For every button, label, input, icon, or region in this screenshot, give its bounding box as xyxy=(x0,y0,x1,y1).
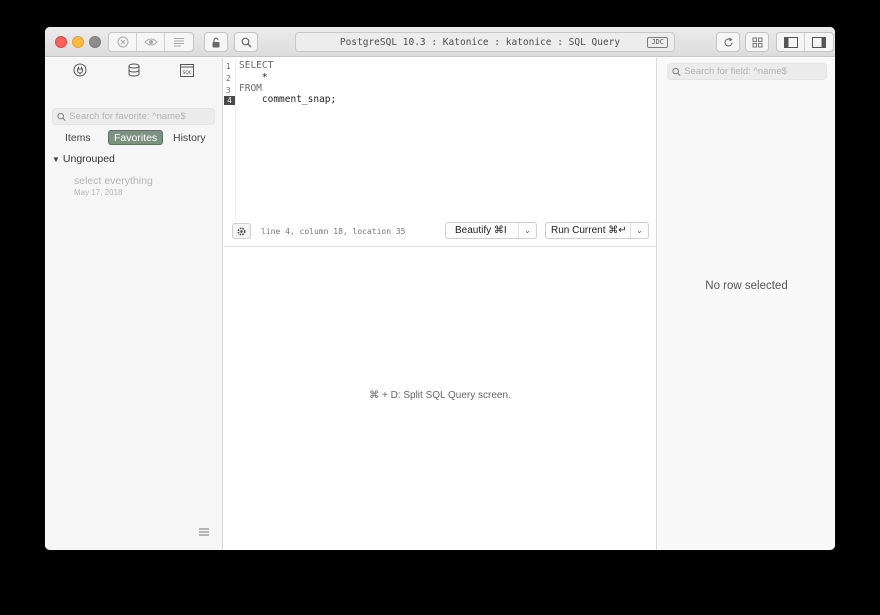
run-current-label: Run Current ⌘↵ xyxy=(551,225,627,236)
editor-settings-button[interactable] xyxy=(232,223,251,239)
tab-favorites[interactable]: Favorites xyxy=(108,130,164,145)
favorite-item-title[interactable]: select everything xyxy=(74,175,153,187)
field-search-input[interactable] xyxy=(684,66,826,77)
maximize-window-button[interactable] xyxy=(89,36,101,48)
cursor-position-status: line 4, column 18, location 35 xyxy=(261,227,406,236)
sidebar-tabs: Items Favorites History xyxy=(45,130,223,147)
minimize-window-button[interactable] xyxy=(72,36,84,48)
favorites-search-input[interactable] xyxy=(69,111,214,122)
preview-icon xyxy=(143,38,158,46)
tab-items[interactable]: Items xyxy=(65,131,91,146)
sidebar-icon-bar: SQL xyxy=(45,62,223,80)
chevron-down-icon[interactable]: ⌄ xyxy=(630,223,648,238)
lock-button[interactable] xyxy=(204,32,228,52)
preview-button[interactable] xyxy=(137,33,165,51)
connection-badge: JDC xyxy=(647,37,668,48)
code-line: SELECT xyxy=(239,60,274,71)
lock-icon xyxy=(212,37,220,47)
window-title: PostgreSQL 10.3 : Katonice : katonice : … xyxy=(339,36,621,48)
favorites-group-header[interactable]: ▼ Ungrouped xyxy=(52,153,115,165)
search-button[interactable] xyxy=(234,32,258,52)
favorite-item-date: May 17, 2018 xyxy=(74,188,123,197)
chevron-down-icon[interactable]: ⌄ xyxy=(518,223,536,238)
search-icon xyxy=(672,67,681,76)
split-screen-hint: ⌘ + D: Split SQL Query screen. xyxy=(369,390,511,401)
row-detail-panel: No row selected xyxy=(656,58,835,550)
svg-text:SQL: SQL xyxy=(183,70,192,76)
toggle-left-panel-button[interactable] xyxy=(777,33,805,51)
search-icon xyxy=(241,37,251,47)
list-icon xyxy=(174,38,184,47)
no-row-selected-message: No row selected xyxy=(705,280,788,292)
window-title-box: PostgreSQL 10.3 : Katonice : katonice : … xyxy=(295,32,675,52)
sql-tab[interactable]: SQL xyxy=(179,62,195,78)
left-panel-icon xyxy=(783,36,798,48)
database-icon xyxy=(128,63,140,77)
panel-toggle-group xyxy=(776,32,834,52)
code-line: * xyxy=(239,72,268,83)
run-current-button[interactable]: Run Current ⌘↵ ⌄ xyxy=(545,222,649,239)
sql-editor[interactable]: 1 2 3 4 SELECT * FROM comment_snap; xyxy=(224,58,656,244)
editor-status-bar: line 4, column 18, location 35 Beautify … xyxy=(224,220,656,245)
list-button[interactable] xyxy=(165,33,193,51)
database-tab[interactable] xyxy=(126,62,142,78)
left-sidebar: SQL Items Favorites History ▼ Ungrouped … xyxy=(45,58,223,550)
results-pane: ⌘ + D: Split SQL Query screen. xyxy=(224,247,656,550)
field-search-box xyxy=(667,63,827,80)
stop-icon xyxy=(117,36,128,48)
code-line: FROM xyxy=(239,83,262,94)
tab-history[interactable]: History xyxy=(173,131,206,146)
hamburger-icon xyxy=(199,528,209,536)
favorites-search-box xyxy=(52,108,215,125)
stop-button[interactable] xyxy=(109,33,137,51)
refresh-icon xyxy=(723,37,733,46)
line-number: 2 xyxy=(226,74,231,83)
toggle-right-panel-button[interactable] xyxy=(805,33,833,51)
group-name: Ungrouped xyxy=(62,153,115,165)
app-window: PostgreSQL 10.3 : Katonice : katonice : … xyxy=(45,27,835,550)
refresh-button[interactable] xyxy=(716,32,740,52)
connection-tab[interactable] xyxy=(72,62,88,78)
line-number: 1 xyxy=(226,62,231,71)
code-line: comment_snap; xyxy=(239,94,337,105)
close-window-button[interactable] xyxy=(55,36,67,48)
line-number-gutter: 1 2 3 4 xyxy=(224,58,236,244)
grid-icon xyxy=(752,37,762,47)
title-bar: PostgreSQL 10.3 : Katonice : katonice : … xyxy=(45,27,835,57)
current-line-number: 4 xyxy=(224,96,235,105)
sidebar-menu-button[interactable] xyxy=(198,527,210,539)
beautify-label: Beautify ⌘I xyxy=(455,225,507,236)
gear-icon xyxy=(237,226,246,236)
toolbar-action-group xyxy=(108,32,194,52)
line-number: 3 xyxy=(226,86,231,95)
connection-icon xyxy=(73,63,87,77)
search-icon xyxy=(57,112,66,121)
right-panel-icon xyxy=(812,36,826,48)
sql-icon: SQL xyxy=(180,63,194,77)
disclosure-triangle-icon: ▼ xyxy=(52,154,60,164)
grid-button[interactable] xyxy=(745,32,769,52)
beautify-button[interactable]: Beautify ⌘I ⌄ xyxy=(445,222,537,239)
